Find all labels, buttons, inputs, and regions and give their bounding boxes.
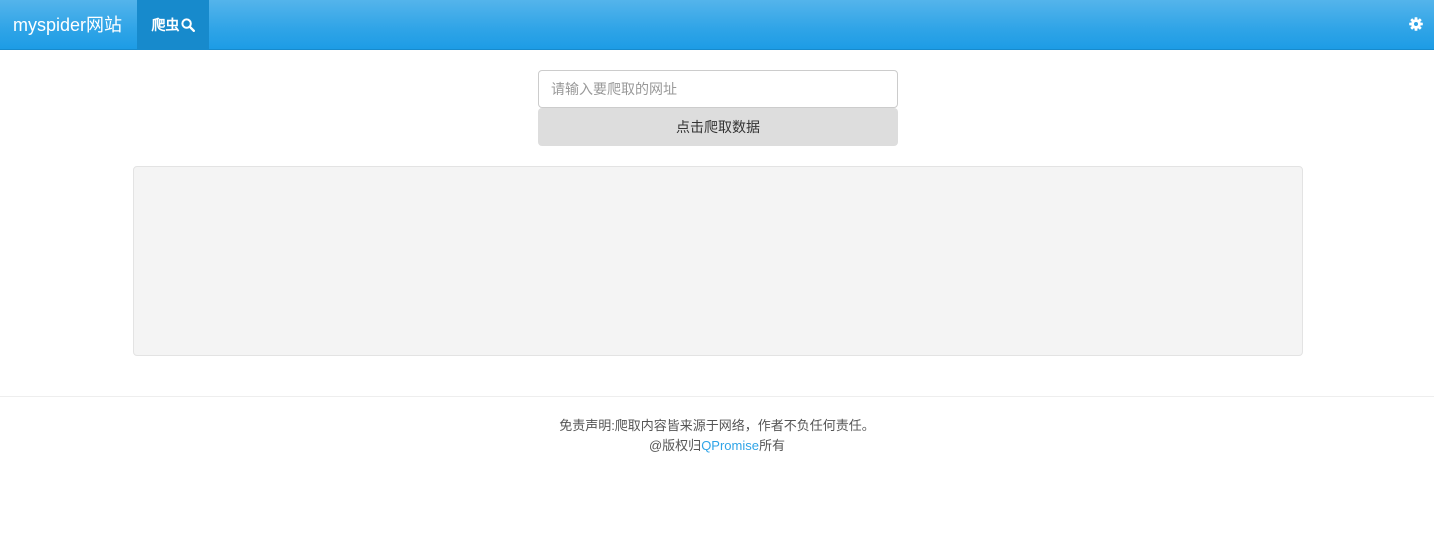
search-icon (180, 18, 195, 32)
nav-item-spider[interactable]: 爬虫 (137, 0, 209, 50)
disclaimer-text: 免责声明:爬取内容皆来源于网络，作者不负任何责任。 (559, 418, 875, 433)
url-input[interactable] (538, 70, 898, 108)
nav-item-spider-label: 爬虫 (151, 17, 180, 33)
top-navbar: myspider网站 爬虫 (0, 0, 1434, 50)
crawl-form: 点击爬取数据 (538, 70, 898, 146)
copyright-prefix: @版权归 (648, 438, 702, 453)
result-panel (133, 166, 1303, 356)
footer-divider (0, 396, 1434, 397)
footer: 免责声明:爬取内容皆来源于网络，作者不负任何责任。 @版权归QPromise所有 (0, 416, 1434, 456)
site-brand[interactable]: myspider网站 (13, 0, 122, 50)
owner-link[interactable]: QPromise (701, 438, 759, 453)
copyright-suffix: 所有 (758, 438, 785, 453)
copyright-line: @版权归QPromise所有 (0, 436, 1434, 456)
crawl-submit-button[interactable]: 点击爬取数据 (538, 108, 898, 146)
gear-icon[interactable] (1409, 17, 1423, 31)
